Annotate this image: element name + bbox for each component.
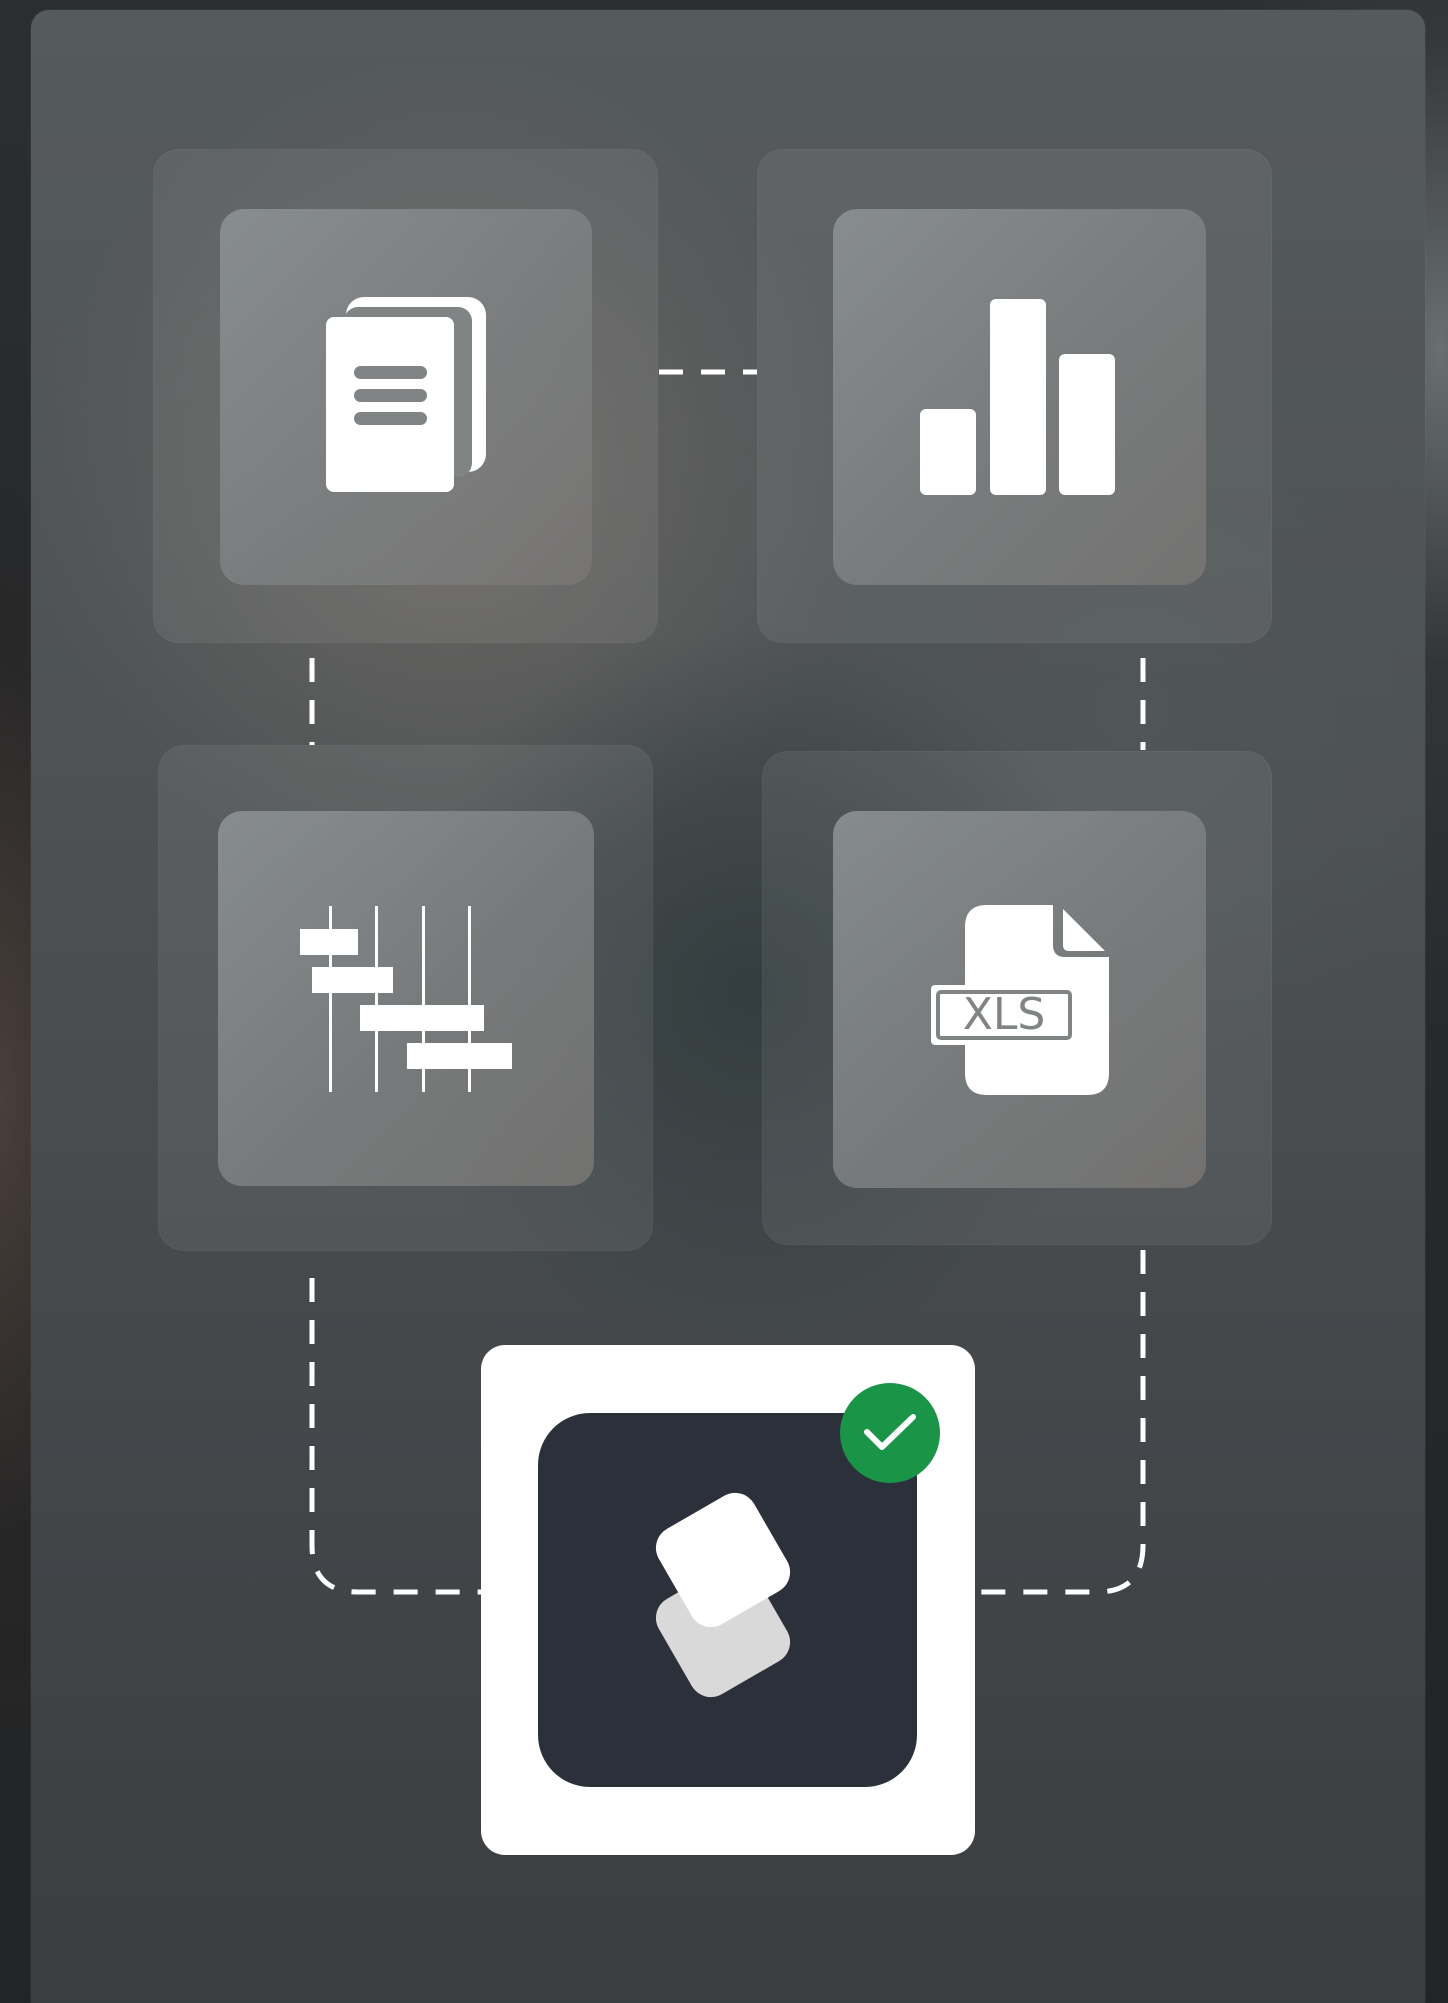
xls-badge-text: XLS [962,989,1045,1040]
xls-file-icon: XLS [930,904,1109,1095]
source-tile-xls-face[interactable]: XLS [833,811,1206,1188]
destination-app-card[interactable] [481,1345,975,1855]
gantt-chart-icon [300,905,512,1092]
source-tile-documents-face[interactable] [220,209,592,585]
stacked-squares-logo-icon [655,1492,790,1698]
source-tile-bar-chart-face[interactable] [833,209,1206,585]
connected-status-badge [840,1383,940,1483]
source-tile-gantt-face[interactable] [218,811,594,1186]
bar-chart-icon [919,299,1115,495]
check-icon [864,1414,916,1450]
documents-icon [326,297,486,492]
